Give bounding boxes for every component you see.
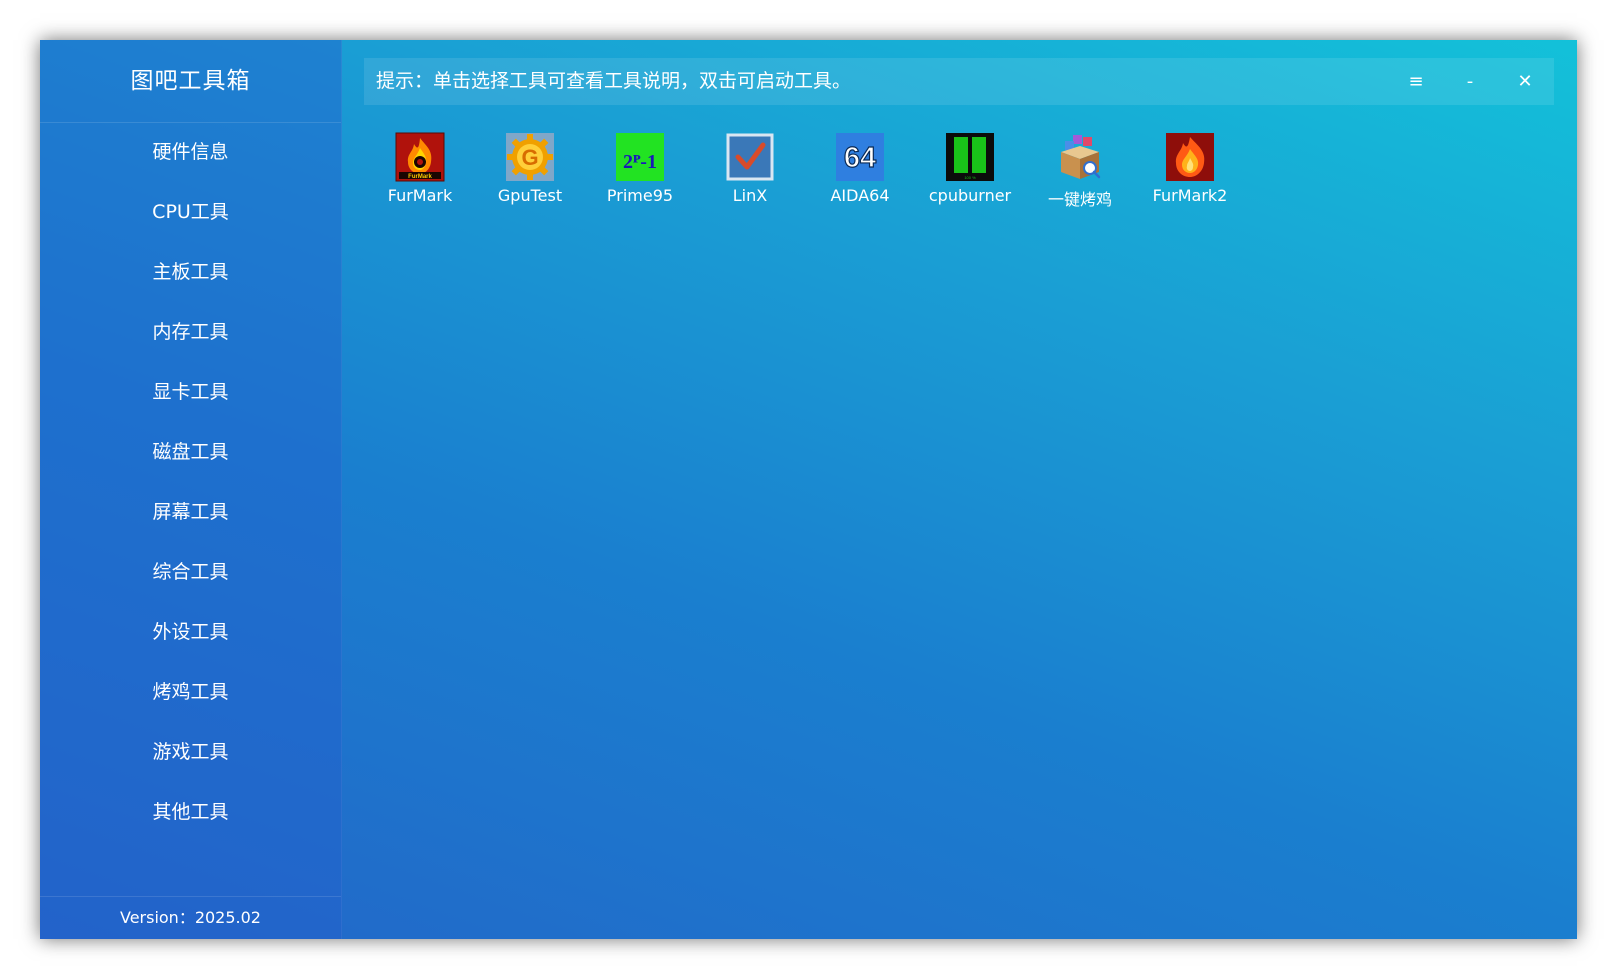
tool-prime95[interactable]: 2ᴾ-1 Prime95 [584,132,696,216]
cpuburner-icon-text: 100 % [964,175,976,180]
tool-cpuburner[interactable]: 100 % cpuburner [914,132,1026,216]
tool-furmark[interactable]: FurMark FurMark [364,132,476,216]
version-label: Version：2025.02 [40,896,341,939]
prime95-icon-text: 2ᴾ-1 [623,151,657,173]
sidebar-item-stress-tools[interactable]: 烤鸡工具 [40,662,341,722]
aida64-icon-text: 64 [844,142,876,174]
sidebar: 图吧工具箱 硬件信息 CPU工具 主板工具 内存工具 显卡工具 磁盘工具 屏幕工… [40,40,342,939]
cpuburner-icon: 100 % [946,133,994,181]
minimize-icon: - [1466,71,1474,92]
app-title: 图吧工具箱 [40,40,341,123]
tool-one-click-stress[interactable]: 一键烤鸡 [1024,132,1136,216]
linx-icon [726,133,774,181]
tool-label: cpuburner [928,186,1012,205]
sidebar-item-other-tools[interactable]: 其他工具 [40,782,341,842]
tool-label: FurMark2 [1152,186,1228,205]
aida64-icon: 64 [836,133,884,181]
sidebar-item-general-tools[interactable]: 综合工具 [40,542,341,602]
package-icon [1061,135,1101,179]
close-button[interactable]: ✕ [1505,58,1545,105]
sidebar-item-disk-tools[interactable]: 磁盘工具 [40,422,341,482]
sidebar-item-gpu-tools[interactable]: 显卡工具 [40,362,341,422]
minimize-button[interactable]: - [1450,58,1490,105]
sidebar-item-memory-tools[interactable]: 内存工具 [40,302,341,362]
close-icon: ✕ [1517,71,1533,92]
sidebar-item-cpu-tools[interactable]: CPU工具 [40,182,341,242]
sidebar-nav: 硬件信息 CPU工具 主板工具 内存工具 显卡工具 磁盘工具 屏幕工具 综合工具… [40,122,341,842]
sidebar-item-peripheral-tools[interactable]: 外设工具 [40,602,341,662]
tool-label: GpuTest [497,186,563,205]
tool-linx[interactable]: LinX [694,132,806,216]
menu-button[interactable]: ≡ [1396,58,1436,105]
hint-text: 提示：单击选择工具可查看工具说明，双击可启动工具。 [376,70,852,92]
sidebar-item-hardware-info[interactable]: 硬件信息 [40,122,341,182]
tool-gputest[interactable]: G GpuTest [474,132,586,216]
gputest-icon: G [506,133,554,181]
tool-label: FurMark [387,186,453,205]
tool-label: 一键烤鸡 [1047,190,1112,209]
app-window: 图吧工具箱 硬件信息 CPU工具 主板工具 内存工具 显卡工具 磁盘工具 屏幕工… [40,40,1577,939]
tool-label: LinX [732,186,768,205]
tool-grid: FurMark FurMark G GpuTest 2ᴾ-1 Prime95 L… [364,132,1554,242]
sidebar-item-game-tools[interactable]: 游戏工具 [40,722,341,782]
tool-furmark2[interactable]: FurMark2 [1134,132,1246,216]
furmark-icon-text: FurMark [408,174,432,180]
tool-aida64[interactable]: 64 AIDA64 [804,132,916,216]
sidebar-item-motherboard-tools[interactable]: 主板工具 [40,242,341,302]
tool-label: Prime95 [606,186,674,205]
furmark2-icon [1166,133,1214,181]
furmark-icon: FurMark [395,132,445,182]
tool-label: AIDA64 [830,186,890,205]
menu-icon: ≡ [1408,71,1424,92]
hint-bar: 提示：单击选择工具可查看工具说明，双击可启动工具。 ≡ - ✕ [364,58,1554,105]
gputest-icon-text: G [521,145,538,170]
sidebar-item-screen-tools[interactable]: 屏幕工具 [40,482,341,542]
prime95-icon: 2ᴾ-1 [616,133,664,181]
